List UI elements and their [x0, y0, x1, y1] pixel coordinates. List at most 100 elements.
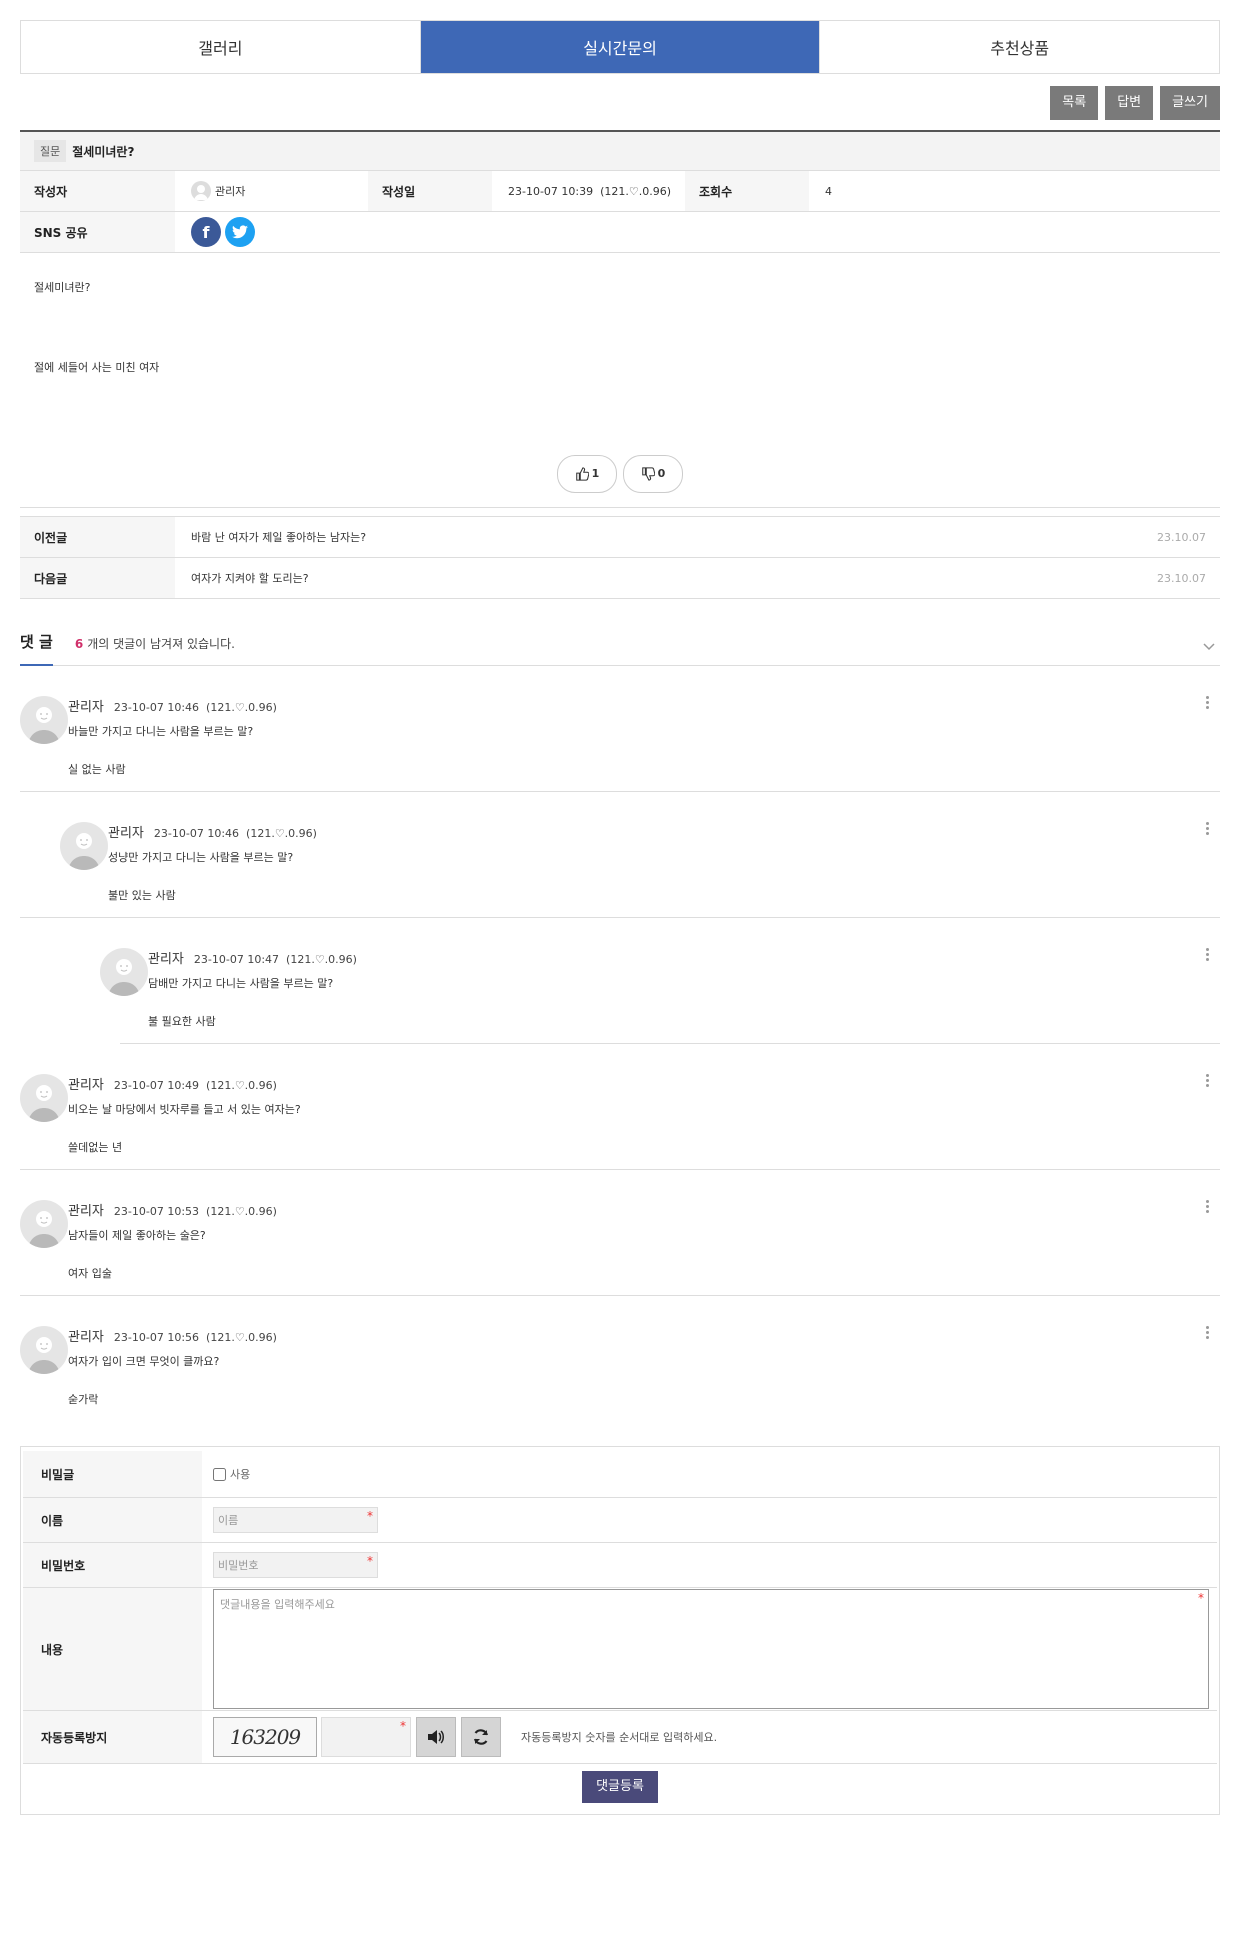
name-row: 이름 이름 * [23, 1498, 1217, 1543]
captcha-refresh-button[interactable] [461, 1717, 501, 1757]
comment-answer: 실 없는 사람 [68, 763, 126, 776]
reply-button[interactable]: 답변 [1105, 86, 1154, 120]
comment-meta: 관리자 23-10-07 10:46 (121.♡.0.96) [108, 822, 317, 841]
more-options-icon[interactable] [1206, 1326, 1210, 1341]
comment-answer: 쓸데없는 년 [68, 1141, 123, 1154]
dislike-count: 0 [657, 467, 666, 481]
comment-question: 남자들이 제일 좋아하는 술은? [68, 1229, 206, 1242]
comment-form: 비밀글 사용 이름 이름 * 비밀번호 비밀번호 * 내용 댓글내용을 입력해주… [20, 1446, 1220, 1815]
prev-post-row[interactable]: 이전글 바람 난 여자가 제일 좋아하는 남자는? 23.10.07 [20, 516, 1220, 558]
comment-ip: (121.♡.0.96) [206, 1205, 277, 1218]
next-label: 다음글 [20, 558, 175, 598]
comment-answer: 여자 입술 [68, 1267, 112, 1280]
captcha-cell: 163209 * 자동등록방지 숫자를 순서대로 입력하세요. [203, 1711, 1217, 1763]
facebook-share-icon[interactable]: f [191, 217, 221, 247]
thumbs-down-icon [641, 467, 655, 481]
secret-option-label: 사용 [230, 1468, 251, 1481]
secret-label: 비밀글 [23, 1451, 203, 1497]
comment-date: 23-10-07 10:46 [153, 827, 240, 840]
comment-item: 관리자 23-10-07 10:46 (121.♡.0.96) 성냥만 가지고 다니… [20, 792, 1220, 918]
comment-date: 23-10-07 10:53 [113, 1205, 200, 1218]
submit-row: 댓글등록 [23, 1764, 1217, 1810]
commenter-name[interactable]: 관리자 [68, 700, 104, 715]
password-label: 비밀번호 [23, 1543, 203, 1587]
secret-cell: 사용 [203, 1451, 1217, 1497]
question-badge: 질문 [34, 140, 67, 162]
like-count: 1 [591, 467, 600, 481]
password-input[interactable]: 비밀번호 * [213, 1552, 378, 1578]
tab-recommended[interactable]: 추천상품 [819, 21, 1219, 73]
comment-ip: (121.♡.0.96) [206, 701, 277, 714]
password-cell: 비밀번호 * [203, 1543, 1217, 1587]
required-mark: * [1198, 1591, 1204, 1605]
next-post-title[interactable]: 여자가 지켜야 할 도리는? [175, 558, 1157, 598]
commenter-name[interactable]: 관리자 [68, 1330, 104, 1345]
comment-item: 관리자 23-10-07 10:49 (121.♡.0.96) 비오는 날 마당에서… [20, 1044, 1220, 1170]
dislike-button[interactable]: 0 [623, 455, 683, 493]
captcha-row: 자동등록방지 163209 * 자동등록방지 숫자를 순서대로 입력하세요. [23, 1711, 1217, 1764]
name-cell: 이름 * [203, 1498, 1217, 1542]
next-post-row[interactable]: 다음글 여자가 지켜야 할 도리는? 23.10.07 [20, 558, 1220, 599]
comments-count-suffix: 개의 댓글이 남겨져 있습니다. [87, 637, 235, 651]
like-button[interactable]: 1 [557, 455, 617, 493]
sns-cell: f [175, 212, 1220, 252]
commenter-name[interactable]: 관리자 [68, 1204, 104, 1219]
comment-list: 관리자 23-10-07 10:46 (121.♡.0.96) 바늘만 가지고 다니… [20, 666, 1220, 1422]
speaker-icon [428, 1730, 444, 1744]
name-label: 이름 [23, 1498, 203, 1542]
chevron-down-icon[interactable] [1202, 641, 1216, 655]
comment-meta: 관리자 23-10-07 10:53 (121.♡.0.96) [68, 1200, 277, 1219]
name-input[interactable]: 이름 * [213, 1507, 378, 1533]
content-placeholder: 댓글내용을 입력해주세요 [220, 1598, 335, 1611]
comment-question: 성냥만 가지고 다니는 사람을 부르는 말? [108, 851, 294, 864]
more-options-icon[interactable] [1206, 696, 1210, 711]
author-name[interactable]: 관리자 [215, 183, 245, 199]
commenter-name[interactable]: 관리자 [148, 952, 184, 967]
comments-title: 댓 글 [20, 631, 53, 666]
content-line-1: 절세미녀란? [34, 281, 91, 294]
commenter-avatar-icon [20, 696, 68, 744]
write-button[interactable]: 글쓰기 [1160, 86, 1220, 120]
content-label: 내용 [23, 1588, 203, 1710]
comments-count-text: 6 개의 댓글이 남겨져 있습니다. [75, 635, 235, 665]
password-row: 비밀번호 비밀번호 * [23, 1543, 1217, 1588]
password-placeholder: 비밀번호 [218, 1559, 259, 1572]
captcha-input[interactable]: * [321, 1717, 411, 1757]
twitter-share-icon[interactable] [225, 217, 255, 247]
tab-gallery[interactable]: 갤러리 [21, 21, 420, 73]
commenter-name[interactable]: 관리자 [68, 1078, 104, 1093]
comment-item: 관리자 23-10-07 10:47 (121.♡.0.96) 담배만 가지고 다니… [100, 918, 1220, 1044]
post-ip: (121.♡.0.96) [600, 184, 672, 198]
comment-answer: 숟가락 [68, 1393, 99, 1406]
list-button[interactable]: 목록 [1050, 86, 1099, 120]
more-options-icon[interactable] [1206, 948, 1210, 963]
content-textarea[interactable]: 댓글내용을 입력해주세요 * [213, 1589, 1209, 1709]
date-cell: 23-10-07 10:39 (121.♡.0.96) [492, 171, 685, 211]
commenter-name[interactable]: 관리자 [108, 826, 144, 841]
comment-answer: 불만 있는 사람 [108, 889, 176, 902]
more-options-icon[interactable] [1206, 1074, 1210, 1089]
board-view: 갤러리 실시간문의 추천상품 목록 답변 글쓰기 질문 절세미녀란? 작성자 관… [20, 20, 1220, 1815]
comment-body: 관리자 23-10-07 10:49 (121.♡.0.96) 비오는 날 마당에서… [68, 1074, 301, 1155]
refresh-icon [473, 1729, 489, 1745]
more-options-icon[interactable] [1206, 822, 1210, 837]
top-toolbar: 목록 답변 글쓰기 [20, 86, 1220, 120]
comment-question: 담배만 가지고 다니는 사람을 부르는 말? [148, 977, 334, 990]
author-cell: 관리자 [175, 171, 368, 211]
more-options-icon[interactable] [1206, 1200, 1210, 1215]
commenter-avatar-icon [20, 1326, 68, 1374]
tab-live-inquiry[interactable]: 실시간문의 [419, 21, 820, 73]
comment-ip: (121.♡.0.96) [246, 827, 317, 840]
commenter-avatar-icon [100, 948, 148, 996]
secret-checkbox[interactable] [213, 1467, 226, 1481]
post-info-row: 작성자 관리자 작성일 23-10-07 10:39 (121.♡.0.96) … [20, 171, 1220, 212]
captcha-label: 자동등록방지 [23, 1711, 203, 1763]
submit-comment-button[interactable]: 댓글등록 [582, 1771, 658, 1803]
comment-date: 23-10-07 10:49 [113, 1079, 200, 1092]
captcha-audio-button[interactable] [416, 1717, 456, 1757]
comment-meta: 관리자 23-10-07 10:46 (121.♡.0.96) [68, 696, 277, 715]
comment-item: 관리자 23-10-07 10:53 (121.♡.0.96) 남자들이 제일 좋아… [20, 1170, 1220, 1296]
prev-post-title[interactable]: 바람 난 여자가 제일 좋아하는 남자는? [175, 517, 1157, 557]
category-tabs: 갤러리 실시간문의 추천상품 [20, 20, 1220, 74]
comment-question: 바늘만 가지고 다니는 사람을 부르는 말? [68, 725, 254, 738]
